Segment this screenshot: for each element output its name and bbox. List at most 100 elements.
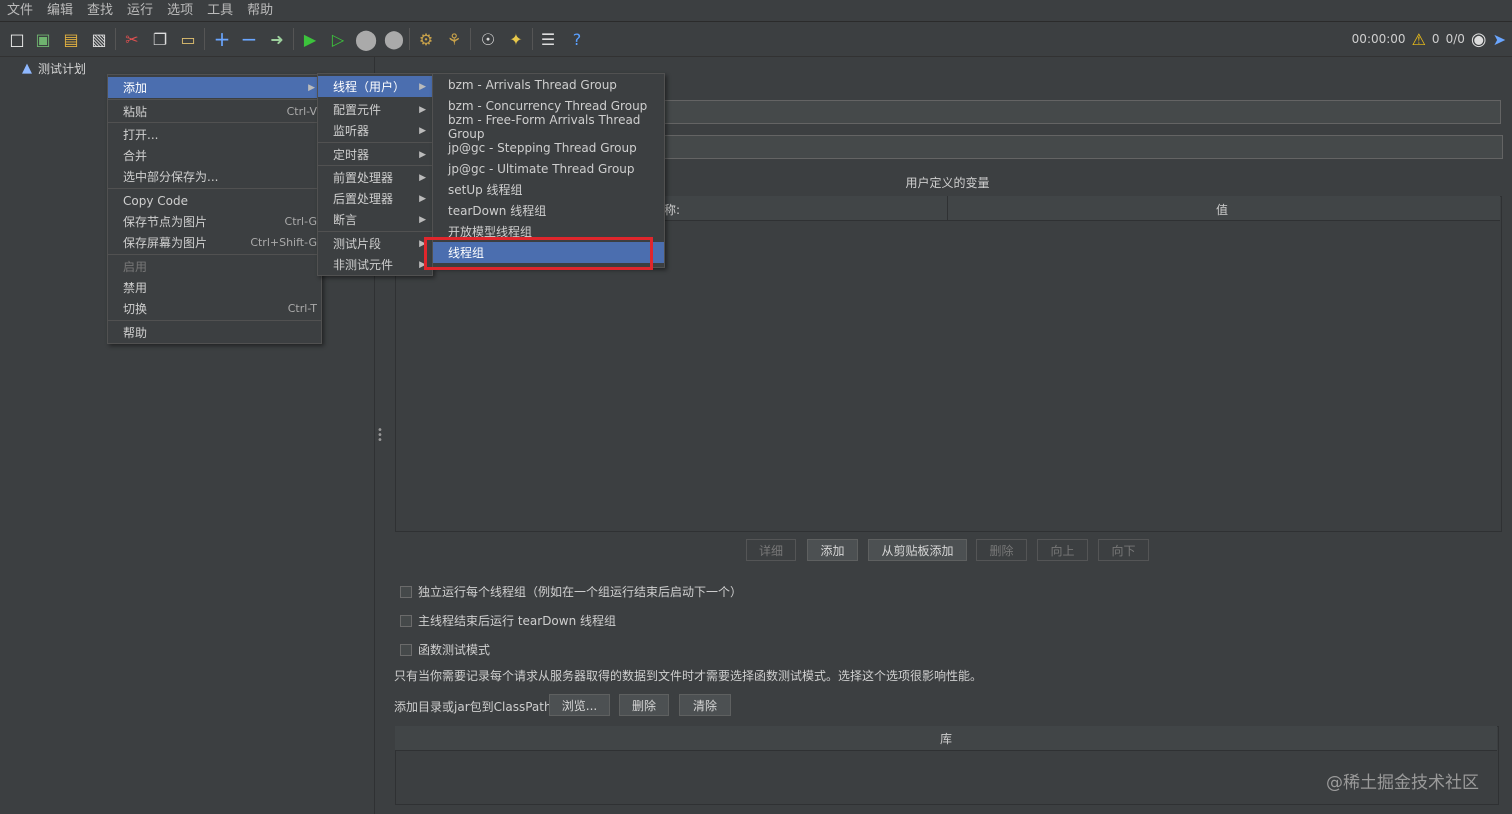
open-icon[interactable]: ▤: [60, 28, 82, 50]
add-submenu: 线程（用户） ▶ 配置元件 ▶ 监听器 ▶ 定时器 ▶ 前置处理器 ▶ 后置处理…: [317, 73, 433, 276]
help-icon[interactable]: ?: [566, 28, 588, 50]
menu-item-disable[interactable]: 禁用: [108, 277, 321, 298]
search-icon[interactable]: ☉: [477, 28, 499, 50]
function-helper-icon[interactable]: ☰: [537, 28, 559, 50]
submenu-item-arrivals-thread-group[interactable]: bzm - Arrivals Thread Group: [433, 74, 664, 95]
menu-item-label: 启用: [123, 260, 148, 274]
menu-item-label: 粘贴: [123, 105, 148, 119]
classpath-clear-button[interactable]: 清除: [679, 694, 731, 716]
submenu-item-ultimate-thread-group[interactable]: jp@gc - Ultimate Thread Group: [433, 158, 664, 179]
collapse-icon[interactable]: −: [238, 27, 260, 51]
menu-item-open[interactable]: 打开...: [108, 124, 321, 145]
menu-item-label: 合并: [123, 149, 148, 163]
start-icon[interactable]: ▶: [299, 28, 321, 50]
expand-icon[interactable]: +: [211, 27, 233, 51]
menu-item-save-selection[interactable]: 选中部分保存为...: [108, 166, 321, 187]
menu-item-label: bzm - Arrivals Thread Group: [448, 77, 617, 92]
submenu-item-timers[interactable]: 定时器 ▶: [318, 144, 432, 165]
annotation-highlight-box: [424, 237, 653, 270]
menu-item-save-node-image[interactable]: 保存节点为图片 Ctrl-G: [108, 211, 321, 232]
watermark: @稀土掘金技术社区: [1326, 773, 1479, 793]
menu-separator: [108, 254, 321, 255]
splitter-grip-icon[interactable]: • • •: [377, 426, 383, 446]
submenu-item-threads[interactable]: 线程（用户） ▶: [318, 76, 432, 97]
cut-icon[interactable]: ✂: [121, 28, 143, 50]
remote-icon[interactable]: ◉: [1471, 29, 1487, 50]
menu-run[interactable]: 运行: [120, 0, 160, 21]
menu-item-add[interactable]: 添加 ▶: [108, 77, 321, 98]
warning-icon[interactable]: ⚠: [1412, 30, 1426, 49]
submenu-item-post-processors[interactable]: 后置处理器 ▶: [318, 188, 432, 209]
add-button[interactable]: 添加: [807, 539, 858, 561]
menu-item-label: 保存节点为图片: [123, 215, 208, 229]
browse-button[interactable]: 浏览...: [549, 694, 610, 716]
classpath-delete-button[interactable]: 删除: [619, 694, 669, 716]
move-down-button[interactable]: 向下: [1098, 539, 1149, 561]
functional-test-mode-checkbox[interactable]: 函数测试模式: [400, 641, 490, 658]
menu-bar: 文件 编辑 查找 运行 选项 工具 帮助: [0, 0, 1512, 22]
checkbox-box[interactable]: [400, 585, 412, 598]
submenu-item-non-test-elements[interactable]: 非测试元件 ▶: [318, 254, 432, 275]
new-icon[interactable]: □: [6, 28, 28, 50]
submenu-arrow-icon: ▶: [419, 172, 426, 183]
menu-tools[interactable]: 工具: [200, 0, 240, 21]
toolbar-separator: [204, 28, 205, 50]
menu-help[interactable]: 帮助: [240, 0, 280, 21]
menu-item-paste[interactable]: 粘贴 Ctrl-V: [108, 101, 321, 122]
menu-item-enable[interactable]: 启用: [108, 256, 321, 277]
paste-icon[interactable]: ▭: [177, 28, 199, 50]
menu-item-label: 添加: [123, 81, 148, 95]
submenu-arrow-icon: ▶: [419, 81, 426, 92]
menu-options[interactable]: 选项: [160, 0, 200, 21]
templates-icon[interactable]: ▣: [32, 28, 54, 50]
menu-file[interactable]: 文件: [0, 0, 40, 21]
clear-icon[interactable]: ⚙: [415, 28, 437, 50]
clear-all-icon[interactable]: ⚘: [443, 28, 465, 50]
menu-item-save-screen-image[interactable]: 保存屏幕为图片 Ctrl+Shift-G: [108, 232, 321, 253]
shutdown-icon[interactable]: ⬤: [383, 28, 405, 50]
save-icon[interactable]: ▧: [88, 28, 110, 50]
menu-item-copy-code[interactable]: Copy Code: [108, 190, 321, 211]
delete-button[interactable]: 删除: [976, 539, 1027, 561]
menu-item-merge[interactable]: 合并: [108, 145, 321, 166]
menu-item-label: 配置元件: [333, 103, 382, 117]
menu-item-help[interactable]: 帮助: [108, 322, 321, 343]
toolbar-separator: [470, 28, 471, 50]
submenu-item-test-fragments[interactable]: 测试片段 ▶: [318, 233, 432, 254]
submenu-arrow-icon: ▶: [308, 82, 315, 93]
copy-icon[interactable]: ❐: [149, 28, 171, 50]
teardown-after-shutdown-checkbox[interactable]: 主线程结束后运行 tearDown 线程组: [400, 612, 616, 629]
submenu-item-setup-thread-group[interactable]: setUp 线程组: [433, 179, 664, 200]
submenu-arrow-icon: ▶: [419, 104, 426, 115]
menu-item-toggle[interactable]: 切换 Ctrl-T: [108, 298, 321, 319]
submenu-arrow-icon: ▶: [419, 125, 426, 136]
toolbar-separator: [293, 28, 294, 50]
move-up-button[interactable]: 向上: [1037, 539, 1088, 561]
menu-item-label: 禁用: [123, 281, 148, 295]
submenu-item-free-form-arrivals-thread-group[interactable]: bzm - Free-Form Arrivals Thread Group: [433, 113, 664, 141]
start-no-pauses-icon[interactable]: ▷: [327, 28, 349, 50]
submenu-item-listeners[interactable]: 监听器 ▶: [318, 120, 432, 141]
detail-button[interactable]: 详细: [746, 539, 796, 561]
column-name-header: 称:: [664, 203, 681, 217]
toggle-icon[interactable]: ➜: [266, 28, 288, 50]
add-from-clipboard-button[interactable]: 从剪贴板添加: [868, 539, 967, 561]
menu-edit[interactable]: 编辑: [40, 0, 80, 21]
library-table-header: 库: [395, 726, 1497, 751]
menu-item-label: 打开...: [123, 128, 159, 142]
reset-search-icon[interactable]: ✦: [505, 28, 527, 50]
tree-node-test-plan[interactable]: ▲ 测试计划: [22, 60, 86, 76]
submenu-arrow-icon: ▶: [419, 193, 426, 204]
stop-icon[interactable]: ⬤: [355, 27, 377, 51]
submenu-item-assertions[interactable]: 断言 ▶: [318, 209, 432, 230]
submenu-item-teardown-thread-group[interactable]: tearDown 线程组: [433, 200, 664, 221]
run-groups-consecutively-checkbox[interactable]: 独立运行每个线程组（例如在一个组运行结束后启动下一个）: [400, 583, 742, 600]
menu-search[interactable]: 查找: [80, 0, 120, 21]
checkbox-box[interactable]: [400, 614, 412, 627]
submenu-item-pre-processors[interactable]: 前置处理器 ▶: [318, 167, 432, 188]
menu-item-label: jp@gc - Stepping Thread Group: [448, 140, 637, 155]
checkbox-box[interactable]: [400, 643, 412, 656]
submenu-item-config-elements[interactable]: 配置元件 ▶: [318, 99, 432, 120]
flask-icon: ▲: [22, 60, 32, 76]
submenu-item-stepping-thread-group[interactable]: jp@gc - Stepping Thread Group: [433, 137, 664, 158]
